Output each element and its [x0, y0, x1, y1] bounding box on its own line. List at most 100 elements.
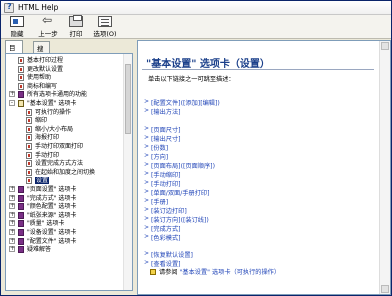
tree-item-label: 设置 — [35, 177, 50, 185]
hide-button[interactable]: 隐藏 — [5, 16, 29, 38]
topic-pane: "基本设置" 选项卡（设置） 单击以下链接之一可跳至描述： [配置文件]([添加… — [137, 40, 391, 295]
expand-icon[interactable]: + — [9, 186, 15, 192]
book-open-icon — [18, 100, 24, 107]
tree-item-label: "设备设置" 选项卡 — [27, 229, 77, 236]
back-button[interactable]: 上一步 — [35, 13, 61, 38]
expand-icon[interactable]: + — [9, 203, 15, 210]
page-icon — [18, 74, 24, 82]
tree-item-label: 手动打印双面打印 — [35, 143, 84, 150]
expand-icon[interactable]: + — [9, 229, 15, 235]
topic-title: "基本设置" 选项卡（设置） — [146, 59, 270, 70]
tree-item-label: "纸张来源" 选项卡 — [27, 211, 77, 219]
tree-item-label: 设置完成方式方法 — [35, 160, 84, 168]
book-closed-icon — [18, 186, 24, 193]
page-icon — [18, 65, 24, 73]
tab-search[interactable]: 搜索(S) — [33, 41, 51, 71]
see-also: 请参阅 "基本设置" 选项卡（可执行的操作） — [150, 267, 280, 276]
page-icon — [26, 168, 32, 176]
topic-link[interactable]: [装订方向]([装订线]) — [144, 215, 209, 224]
tree-item-label: "质量" 选项卡 — [27, 220, 65, 228]
topic-link[interactable]: [输出方法] — [144, 107, 180, 116]
print-button[interactable]: 打印 — [65, 15, 87, 38]
topic-link[interactable]: [配置文件]([添加][编辑]) — [144, 98, 220, 107]
tree-item-label: "配置文件" 选项卡 — [27, 237, 77, 245]
topic-link[interactable]: [色彩模式] — [144, 233, 180, 242]
tree-item-label: 更改默认设置 — [27, 65, 64, 73]
page-icon — [26, 125, 32, 133]
tree-item-label: 缩小/大小布局 — [35, 125, 74, 133]
topic-link[interactable]: [手册] — [144, 197, 168, 206]
tree-item-label: 可执行的操作 — [35, 108, 72, 116]
tree-item-label: "颜色配置" 选项卡 — [27, 203, 77, 211]
title-divider — [142, 69, 374, 70]
tree-item-label: 疑难解答 — [27, 246, 52, 254]
tree-scroll-thumb[interactable] — [125, 64, 131, 134]
contents-tree: 基本打印过程 更改默认设置 使用帮助 商标和编写 + 所有选项卡通用的功能 - "基本设置" … — [5, 53, 133, 291]
window-title: HTML Help — [18, 3, 59, 12]
printer-icon — [69, 15, 83, 27]
scroll-up-button[interactable] — [381, 42, 389, 50]
scroll-down-button[interactable] — [381, 285, 389, 293]
page-icon — [26, 134, 32, 142]
help-app-icon — [4, 2, 14, 13]
tree-item-label: 手动打印 — [35, 151, 60, 159]
topic-link[interactable]: [手动打印] — [144, 179, 180, 188]
expand-icon[interactable]: + — [9, 194, 15, 201]
page-icon — [18, 82, 24, 90]
back-label: 上一步 — [38, 30, 58, 38]
tree-item-label: "完成方式" 选项卡 — [27, 194, 77, 202]
book-closed-icon — [18, 229, 24, 236]
help-window: HTML Help 隐藏 上一步 打印 选项(O) 目录(C) 搜索(S) 基本… — [0, 0, 392, 296]
page-icon — [18, 57, 24, 64]
tree-item-label: 在起始和加度之间切换 — [35, 168, 96, 176]
expand-icon[interactable]: + — [9, 91, 15, 98]
topic-link[interactable]: [页面布局]([页面顺序]) — [144, 161, 215, 170]
see-also-prefix: 请参阅 — [159, 269, 178, 276]
expand-icon[interactable]: + — [9, 211, 15, 218]
page-icon — [26, 177, 32, 185]
topic-intro: 单击以下链接之一可跳至描述： — [148, 76, 235, 83]
tree-item-label: "页面设置" 选项卡 — [27, 186, 77, 193]
tree-item-label: 海报打印 — [35, 134, 60, 142]
expand-icon[interactable]: + — [9, 220, 15, 227]
topic-link[interactable]: [恢复默认设置] — [144, 250, 193, 259]
book-closed-icon — [18, 246, 24, 254]
topic-link[interactable]: [手动缩印] — [144, 170, 180, 179]
topic-link[interactable]: [单面/双面/手册打印] — [144, 188, 209, 197]
tab-contents[interactable]: 目录(C) — [5, 40, 23, 70]
tree-item-label: 商标和编写 — [27, 82, 58, 90]
page-icon — [26, 143, 32, 150]
tree-item-label: 使用帮助 — [27, 74, 52, 82]
options-label: 选项(O) — [93, 30, 117, 38]
page-icon — [26, 117, 32, 125]
see-also-icon — [150, 269, 156, 275]
print-label: 打印 — [69, 30, 83, 38]
navigation-pane: 目录(C) 搜索(S) 基本打印过程更改默认设置使用帮助商标和编写 + 所有选项卡通… — [3, 40, 136, 295]
hide-icon — [10, 16, 24, 27]
tree-item-label: 所有选项卡通用的功能 — [27, 91, 88, 99]
topic-link[interactable]: [方向] — [144, 152, 168, 161]
hide-label: 隐藏 — [10, 30, 24, 38]
page-icon — [26, 151, 32, 159]
topic-link[interactable]: [输出尺寸] — [144, 134, 180, 143]
expand-icon[interactable]: + — [9, 246, 15, 253]
title-bar[interactable]: HTML Help — [1, 1, 391, 15]
options-button[interactable]: 选项(O) — [91, 16, 119, 38]
tree-item-label: 缩印 — [35, 117, 48, 125]
topic-link[interactable]: [装订边打印] — [144, 206, 187, 215]
collapse-icon[interactable]: - — [9, 100, 15, 106]
book-closed-icon — [18, 211, 24, 219]
page-icon — [26, 108, 32, 116]
topic-scrollbar[interactable] — [379, 41, 390, 294]
topic-link[interactable]: [完成方式] — [144, 224, 180, 233]
book-closed-icon — [18, 194, 24, 202]
see-also-link[interactable]: "基本设置" 选项卡（可执行的操作） — [180, 269, 280, 276]
topic-link[interactable]: [页面尺寸] — [144, 125, 180, 134]
page-icon — [26, 160, 32, 168]
topic-link[interactable]: [份数] — [144, 143, 168, 152]
expand-icon[interactable]: + — [9, 237, 15, 244]
book-closed-icon — [18, 91, 24, 99]
options-icon — [98, 16, 112, 27]
tree-scrollbar[interactable] — [123, 54, 132, 290]
toolbar: 隐藏 上一步 打印 选项(O) — [1, 13, 391, 39]
